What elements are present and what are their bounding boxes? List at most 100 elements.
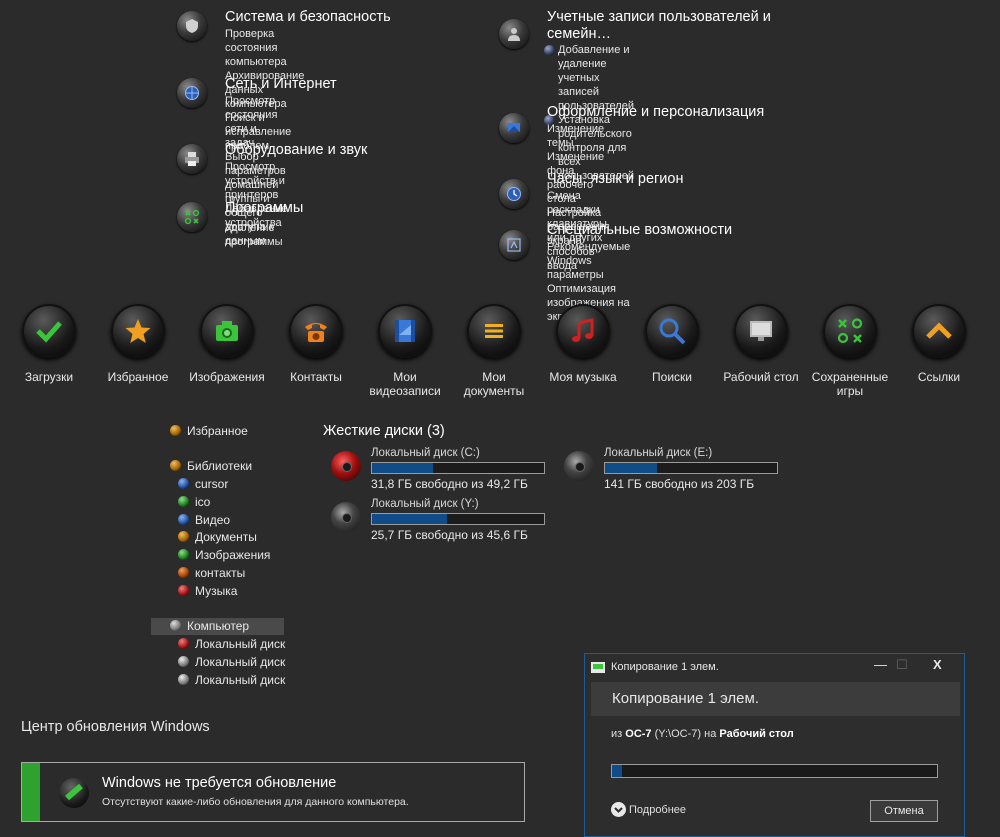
category-title[interactable]: Часы, язык и регион <box>547 171 683 187</box>
document-icon <box>467 304 521 358</box>
folder-label: Мои документы <box>454 370 534 398</box>
category-title[interactable]: Система и безопасность <box>225 9 391 25</box>
magnifier-icon <box>645 304 699 358</box>
copy-progress-bar <box>611 764 938 778</box>
category-link[interactable]: Рекомендуемые Windows параметры <box>547 240 630 282</box>
folder-downloads[interactable]: Загрузки <box>9 304 89 384</box>
nav-label: Локальный диск <box>195 673 286 687</box>
category-link-text: Добавление и удаление учетных записей <box>558 44 630 98</box>
nav-label: cursor <box>195 477 229 491</box>
folder-links[interactable]: Ссылки <box>899 304 979 384</box>
category-link[interactable]: Удаление программы <box>225 221 282 249</box>
minimize-button[interactable]: — <box>874 657 887 672</box>
folder-label: Сохраненные игры <box>810 370 890 398</box>
disk-e[interactable]: Локальный диск (E:) 141 ГБ свободно из 2… <box>564 447 784 493</box>
source-link[interactable]: ОС-7 <box>625 728 651 740</box>
nav-label: Документы <box>195 530 257 544</box>
disk-c[interactable]: Локальный диск (C:) 31,8 ГБ свободно из … <box>331 447 551 493</box>
category-link[interactable]: Просмотр устройств и принтеров <box>225 160 287 202</box>
nav-library-pictures[interactable]: Изображения <box>178 547 270 564</box>
folder-label: Поиски <box>652 370 692 384</box>
nav-label: ico <box>195 495 211 509</box>
camera-icon <box>200 304 254 358</box>
category-link[interactable]: Проверка состояния компьютера <box>225 27 304 69</box>
nav-drive[interactable]: Локальный диск <box>178 636 285 653</box>
folder-label-line2: видеозаписи <box>369 384 441 398</box>
folder-saved-games[interactable]: Сохраненные игры <box>810 304 890 398</box>
copy-progress-fill <box>612 765 622 777</box>
nav-library-cursor[interactable]: cursor <box>178 476 228 493</box>
star-icon <box>111 304 165 358</box>
shield-icon <box>177 11 207 41</box>
folder-label: Моя музыка <box>549 370 617 384</box>
more-details-toggle[interactable]: Подробнее <box>611 802 686 817</box>
drive-icon <box>178 656 189 667</box>
users-icon <box>499 19 529 49</box>
source-path: (Y:\ОС-7) <box>654 728 702 740</box>
nav-label: Изображения <box>195 548 271 562</box>
folder-favorites[interactable]: Избранное <box>98 304 178 384</box>
category-title-continued[interactable]: семейн… <box>547 26 611 42</box>
nav-library-music[interactable]: Музыка <box>178 583 237 600</box>
folder-music[interactable]: Моя музыка <box>543 304 623 384</box>
phone-icon <box>289 304 343 358</box>
dialog-title: Копирование 1 элем. <box>611 661 719 673</box>
folder-videos[interactable]: Мои видеозаписи <box>365 304 445 398</box>
folder-searches[interactable]: Поиски <box>632 304 712 384</box>
nav-library-contacts[interactable]: контакты <box>178 565 245 582</box>
status-stripe <box>22 763 40 821</box>
category-title[interactable]: Оформление и персонализация <box>547 104 764 120</box>
category-link[interactable]: Добавление и удаление учетных записей <box>544 43 634 99</box>
link-chevron-icon <box>912 304 966 358</box>
disk-usage-bar <box>371 513 545 525</box>
category-link[interactable]: Изменение темы <box>547 122 610 150</box>
camera-small-icon <box>178 549 189 560</box>
update-shield-icon <box>59 778 89 808</box>
programs-icon <box>177 202 207 232</box>
folder-desktop[interactable]: Рабочий стол <box>721 304 801 384</box>
more-details-label: Подробнее <box>629 804 687 816</box>
copy-dialog-icon <box>591 660 605 673</box>
nav-drive[interactable]: Локальный диск <box>178 654 285 671</box>
globe-icon <box>177 78 207 108</box>
nav-label: Компьютер <box>187 619 250 633</box>
maximize-button[interactable]: ☐ <box>896 657 908 673</box>
folder-pictures[interactable]: Изображения <box>187 304 267 384</box>
category-title[interactable]: Программы <box>225 200 303 216</box>
cancel-button[interactable]: Отмена <box>870 800 938 822</box>
destination-link[interactable]: Рабочий стол <box>719 728 793 740</box>
printer-icon <box>177 144 207 174</box>
category-title[interactable]: Учетные записи пользователей и <box>547 9 771 25</box>
computer-icon <box>170 620 181 631</box>
nav-library-documents[interactable]: Документы <box>178 529 257 546</box>
folder-documents[interactable]: Мои документы <box>454 304 534 398</box>
document-small-icon <box>178 531 189 542</box>
disk-usage-bar <box>604 462 778 474</box>
close-button[interactable]: X <box>933 657 942 672</box>
nav-libraries[interactable]: Библиотеки <box>170 458 252 475</box>
phone-small-icon <box>178 567 189 578</box>
disk-free-space: 25,7 ГБ свободно из 45,6 ГБ <box>371 528 528 542</box>
library-folder-icon <box>178 496 189 507</box>
disk-usage-bar <box>371 462 545 474</box>
nav-computer[interactable]: Компьютер <box>151 618 284 635</box>
category-title[interactable]: Сеть и Интернет <box>225 76 337 92</box>
monitor-icon <box>734 304 788 358</box>
nav-label: Локальный диск <box>195 655 286 669</box>
dialog-heading: Копирование 1 элем. <box>612 690 759 707</box>
folder-label: Загрузки <box>24 370 74 384</box>
folder-label: Изображения <box>189 370 265 384</box>
update-status-panel: Windows не требуется обновление Отсутств… <box>21 762 525 822</box>
disk-y[interactable]: Локальный диск (Y:) 25,7 ГБ свободно из … <box>331 498 551 544</box>
nav-favorites[interactable]: Избранное <box>170 423 248 440</box>
hard-drive-icon <box>331 502 361 532</box>
folder-label: Рабочий стол <box>723 370 799 384</box>
folder-contacts[interactable]: Контакты <box>276 304 356 384</box>
nav-library-ico[interactable]: ico <box>178 494 210 511</box>
nav-drive[interactable]: Локальный диск <box>178 672 285 689</box>
nav-library-video[interactable]: Видео <box>178 512 230 529</box>
category-title[interactable]: Оборудование и звук <box>225 142 367 158</box>
category-title[interactable]: Специальные возможности <box>547 222 732 238</box>
dialog-header: Копирование 1 элем. <box>591 682 960 716</box>
film-icon <box>378 304 432 358</box>
